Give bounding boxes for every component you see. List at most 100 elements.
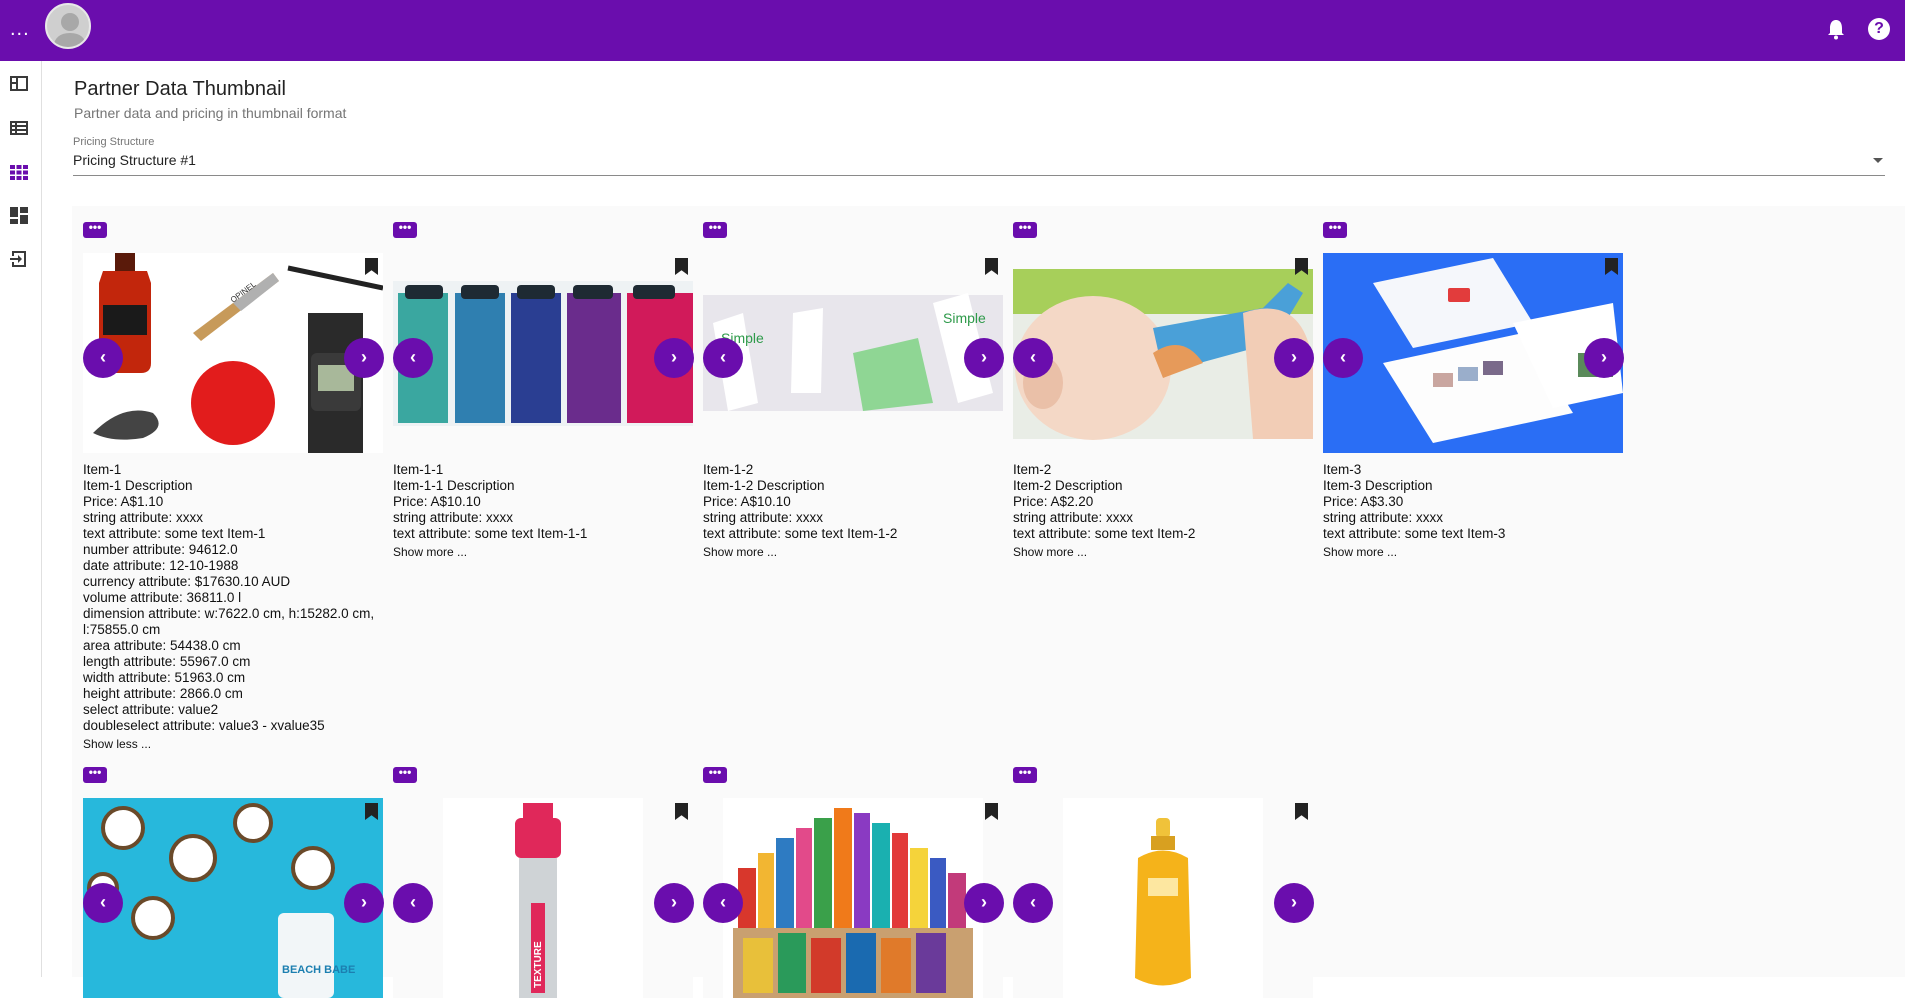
carousel-next-button[interactable]: › xyxy=(654,883,694,923)
carousel-next-button[interactable]: › xyxy=(964,883,1004,923)
item-price: Price: A$2.20 xyxy=(1013,494,1094,509)
page-title: Partner Data Thumbnail xyxy=(74,78,286,100)
item-options-icon[interactable]: ••• xyxy=(1013,221,1037,238)
item-name: Item-2 xyxy=(1013,462,1052,477)
item-options-icon[interactable]: ••• xyxy=(703,766,727,783)
sidebar xyxy=(0,61,42,977)
item-attribute: area attribute: 54438.0 cm xyxy=(83,638,241,653)
item-attribute: text attribute: some text Item-3 xyxy=(1323,526,1506,541)
item-attribute: volume attribute: 36811.0 l xyxy=(83,590,242,605)
carousel-next-button[interactable]: › xyxy=(1274,883,1314,923)
item-options-icon[interactable]: ••• xyxy=(83,221,107,238)
carousel-next-button[interactable]: › xyxy=(654,338,694,378)
item-attribute: number attribute: 94612.0 xyxy=(83,542,238,557)
thumbnail-view-icon[interactable] xyxy=(9,162,29,182)
item-image xyxy=(1323,253,1623,453)
item-name: Item-1 xyxy=(83,462,122,477)
carousel-prev-button[interactable]: ‹ xyxy=(1013,338,1053,378)
item-attribute: length attribute: 55967.0 cm xyxy=(83,654,251,669)
item-info: Item-2 Item-2 Description Price: A$2.20 … xyxy=(1013,462,1313,560)
list-view-icon[interactable] xyxy=(9,118,29,138)
carousel-prev-button[interactable]: ‹ xyxy=(1323,338,1363,378)
carousel-next-button[interactable]: › xyxy=(344,338,384,378)
item-description: Item-1-1 Description xyxy=(393,478,515,493)
carousel-next-button[interactable]: › xyxy=(964,338,1004,378)
item-info: Item-3 Item-3 Description Price: A$3.30 … xyxy=(1323,462,1623,560)
dashboard-icon[interactable] xyxy=(9,74,29,94)
carousel-prev-button[interactable]: ‹ xyxy=(83,883,123,923)
item-attribute: text attribute: some text Item-1-2 xyxy=(703,526,898,541)
carousel-next-button[interactable]: › xyxy=(1274,338,1314,378)
item-description: Item-2 Description xyxy=(1013,478,1123,493)
item-price: Price: A$10.10 xyxy=(393,494,481,509)
carousel-prev-button[interactable]: ‹ xyxy=(703,338,743,378)
carousel-prev-button[interactable]: ‹ xyxy=(393,338,433,378)
simple-text: Simple xyxy=(943,310,986,326)
item-price: Price: A$1.10 xyxy=(83,494,164,509)
item-price: Price: A$10.10 xyxy=(703,494,791,509)
carousel-next-button[interactable]: › xyxy=(1584,338,1624,378)
item-image xyxy=(1013,253,1313,453)
item-image: TEXTURE xyxy=(393,798,693,998)
carousel-prev-button[interactable]: ‹ xyxy=(393,883,433,923)
item-name: Item-1-2 xyxy=(703,462,754,477)
avatar[interactable] xyxy=(45,3,91,49)
show-more-link[interactable]: Show more ... xyxy=(1013,544,1313,560)
pricing-structure-label: Pricing Structure xyxy=(73,136,155,148)
item-image xyxy=(703,798,1003,998)
item-attribute: height attribute: 2866.0 cm xyxy=(83,686,243,701)
item-image xyxy=(393,253,693,453)
top-app-bar: ... ? xyxy=(0,0,1905,61)
item-image: Simple Simple xyxy=(703,253,1003,453)
item-attribute: text attribute: some text Item-1-1 xyxy=(393,526,588,541)
item-info: Item-1-2 Item-1-2 Description Price: A$1… xyxy=(703,462,1003,560)
page-subtitle: Partner data and pricing in thumbnail fo… xyxy=(74,105,347,121)
logout-icon[interactable] xyxy=(9,249,29,269)
item-options-icon[interactable]: ••• xyxy=(1013,766,1037,783)
carousel-prev-button[interactable]: ‹ xyxy=(1013,883,1053,923)
more-menu-icon[interactable]: ... xyxy=(10,19,30,39)
item-options-icon[interactable]: ••• xyxy=(393,766,417,783)
item-attribute: string attribute: xxxx xyxy=(393,510,514,525)
show-less-link[interactable]: Show less ... xyxy=(83,736,383,752)
thumbnail-grid: ••• OPINEL ‹ › Item-1 Item-1 Description… xyxy=(72,206,1905,998)
show-more-link[interactable]: Show more ... xyxy=(703,544,1003,560)
carousel-next-button[interactable]: › xyxy=(344,883,384,923)
item-options-icon[interactable]: ••• xyxy=(703,221,727,238)
item-attribute: dimension attribute: w:7622.0 cm, h:1528… xyxy=(83,606,375,637)
texture-text: TEXTURE xyxy=(533,941,544,988)
help-icon[interactable]: ? xyxy=(1868,18,1890,40)
pricing-structure-value[interactable]: Pricing Structure #1 xyxy=(73,152,196,168)
item-price: Price: A$3.30 xyxy=(1323,494,1404,509)
item-description: Item-1-2 Description xyxy=(703,478,825,493)
item-attribute: string attribute: xxxx xyxy=(1323,510,1444,525)
item-attribute: string attribute: xxxx xyxy=(1013,510,1134,525)
beach-babe-text: BEACH BABE xyxy=(282,964,355,976)
item-options-icon[interactable]: ••• xyxy=(1323,221,1347,238)
item-attribute: doubleselect attribute: value3 - xvalue3… xyxy=(83,718,325,733)
item-description: Item-3 Description xyxy=(1323,478,1433,493)
item-info: Item-1 Item-1 Description Price: A$1.10 … xyxy=(83,462,383,752)
item-name: Item-3 xyxy=(1323,462,1362,477)
item-image: BEACH BABE xyxy=(83,798,383,998)
item-name: Item-1-1 xyxy=(393,462,444,477)
item-image xyxy=(1013,798,1313,998)
item-image: OPINEL xyxy=(83,253,383,453)
main-content: Partner Data Thumbnail Partner data and … xyxy=(42,61,1905,998)
pricing-structure-select[interactable]: Pricing Structure Pricing Structure #1 xyxy=(73,136,1885,176)
item-description: Item-1 Description xyxy=(83,478,193,493)
item-attribute: currency attribute: $17630.10 AUD xyxy=(83,574,291,589)
item-info: Item-1-1 Item-1-1 Description Price: A$1… xyxy=(393,462,693,560)
carousel-prev-button[interactable]: ‹ xyxy=(83,338,123,378)
show-more-link[interactable]: Show more ... xyxy=(393,544,693,560)
item-options-icon[interactable]: ••• xyxy=(393,221,417,238)
carousel-prev-button[interactable]: ‹ xyxy=(703,883,743,923)
show-more-link[interactable]: Show more ... xyxy=(1323,544,1623,560)
item-attribute: text attribute: some text Item-2 xyxy=(1013,526,1196,541)
chevron-down-icon[interactable] xyxy=(1873,158,1883,163)
widgets-icon[interactable] xyxy=(9,205,29,225)
item-attribute: width attribute: 51963.0 cm xyxy=(83,670,246,685)
item-attribute: select attribute: value2 xyxy=(83,702,219,717)
notifications-icon[interactable] xyxy=(1826,18,1846,45)
item-options-icon[interactable]: ••• xyxy=(83,766,107,783)
